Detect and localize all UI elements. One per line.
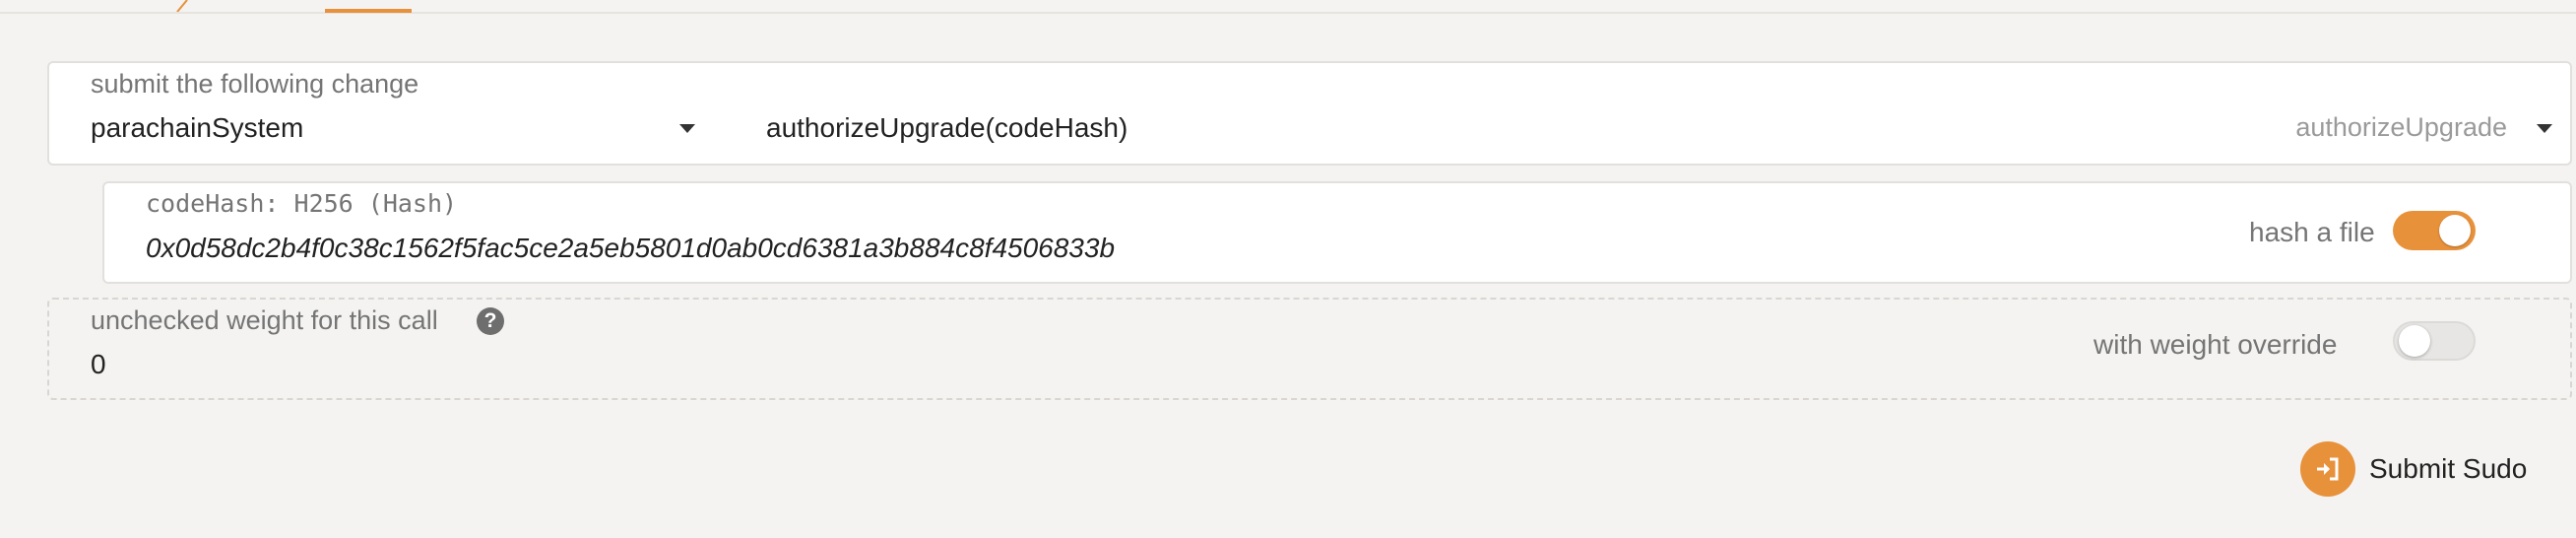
chevron-down-icon (2537, 124, 2552, 133)
toggle-knob (2439, 215, 2471, 246)
weight-label: unchecked weight for this call (91, 305, 438, 335)
toggle-knob (2399, 325, 2430, 357)
codehash-param: codeHash: H256 (Hash) 0x0d58dc2b4f0c38c1… (102, 181, 2572, 284)
extrinsic-selector: submit the following change parachainSys… (47, 61, 2572, 166)
weight-override-toggle[interactable] (2393, 321, 2476, 361)
tab-divider-icon (176, 0, 188, 12)
tab-bar (0, 0, 2576, 14)
method-signature: authorizeUpgrade(codeHash) (766, 112, 1128, 143)
method-dropdown[interactable]: authorizeUpgrade(codeHash) authorizeUpgr… (719, 108, 2560, 148)
submit-label: Submit Sudo (2369, 453, 2528, 484)
hash-file-toggle[interactable] (2393, 211, 2476, 250)
submit-sudo-button[interactable]: Submit Sudo (2300, 441, 2527, 497)
codehash-input[interactable]: 0x0d58dc2b4f0c38c1562f5fac5ce2a5eb5801d0… (146, 233, 1115, 264)
weight-override-label: with weight override (2093, 329, 2338, 360)
hash-file-label: hash a file (2249, 217, 2375, 247)
chevron-down-icon (679, 124, 695, 133)
help-icon[interactable]: ? (477, 307, 504, 335)
sign-in-icon (2300, 441, 2355, 497)
weight-value: 0 (91, 349, 106, 379)
section-value: parachainSystem (91, 112, 304, 143)
extrinsic-label: submit the following change (91, 69, 419, 99)
active-tab-indicator (325, 9, 412, 13)
weight-section: unchecked weight for this call ? 0 with … (47, 298, 2572, 400)
param-label: codeHash: H256 (Hash) (146, 189, 458, 218)
method-name: authorizeUpgrade (2295, 112, 2507, 142)
section-dropdown[interactable]: parachainSystem (89, 108, 719, 148)
